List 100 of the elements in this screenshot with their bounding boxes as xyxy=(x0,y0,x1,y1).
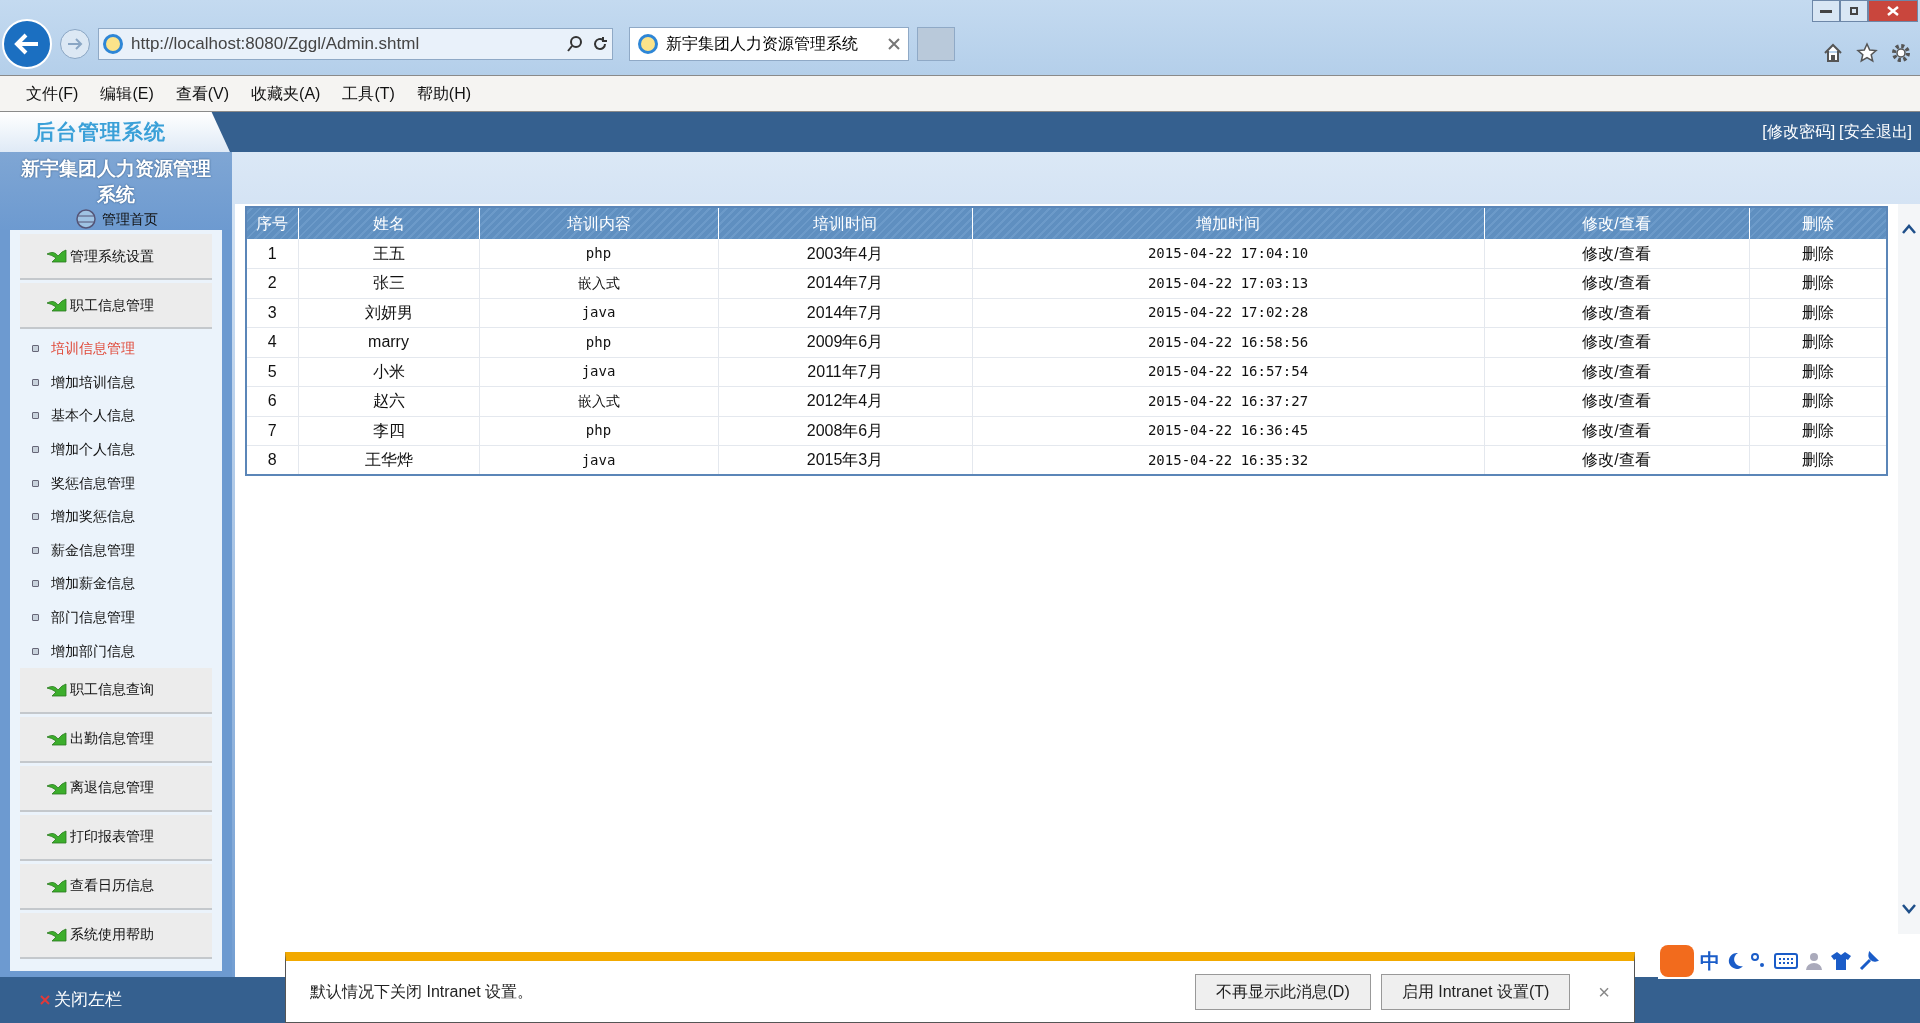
header-link[interactable]: [安全退出] xyxy=(1839,120,1912,144)
edit-link[interactable]: 修改/查看 xyxy=(1484,298,1749,328)
wrench-icon[interactable] xyxy=(1858,950,1880,972)
menu-section-button[interactable]: 系统使用帮助 xyxy=(20,912,212,959)
edit-link[interactable]: 修改/查看 xyxy=(1484,327,1749,357)
table-cell: php xyxy=(479,416,718,446)
sidebar-link[interactable]: 增加薪金信息 xyxy=(51,573,135,595)
arrow-icon xyxy=(46,681,68,698)
sidebar-link[interactable]: 增加个人信息 xyxy=(51,439,135,461)
edit-link[interactable]: 修改/查看 xyxy=(1484,445,1749,475)
table-cell: 2015-04-22 17:02:28 xyxy=(972,298,1484,328)
scrollbar[interactable] xyxy=(1898,204,1920,934)
bullet-icon xyxy=(32,546,39,554)
column-header: 培训内容 xyxy=(479,207,718,239)
close-icon xyxy=(40,995,50,1005)
minimize-button[interactable] xyxy=(1812,0,1840,22)
menu-item[interactable]: 文件(F) xyxy=(26,81,79,106)
moon-icon[interactable] xyxy=(1726,951,1744,971)
table-cell: 7 xyxy=(246,416,298,446)
shirt-icon[interactable] xyxy=(1830,951,1852,971)
delete-link[interactable]: 删除 xyxy=(1749,239,1887,269)
bullet-icon xyxy=(32,580,39,588)
menu-section-button[interactable]: 打印报表管理 xyxy=(20,814,212,861)
ime-logo-icon xyxy=(1660,945,1694,977)
table-cell: 4 xyxy=(246,327,298,357)
sidebar-link[interactable]: 增加奖惩信息 xyxy=(51,506,135,528)
delete-link[interactable]: 删除 xyxy=(1749,298,1887,328)
table-cell: 2015-04-22 16:57:54 xyxy=(972,357,1484,387)
menu-item[interactable]: 帮助(H) xyxy=(416,81,472,106)
logo-text: 后台管理系统 xyxy=(34,119,167,146)
arrow-icon xyxy=(46,779,68,796)
table-cell: 6 xyxy=(246,386,298,416)
home-link[interactable]: 管理首页 xyxy=(102,208,158,230)
close-sidebar-link[interactable]: 关闭左栏 xyxy=(54,987,122,1013)
column-header: 姓名 xyxy=(298,207,479,239)
scroll-up-icon[interactable] xyxy=(1902,224,1916,234)
address-bar[interactable]: http://localhost:8080/Zggl/Admin.shtml xyxy=(98,28,613,60)
delete-link[interactable]: 删除 xyxy=(1749,357,1887,387)
close-window-button[interactable] xyxy=(1868,0,1918,22)
edit-link[interactable]: 修改/查看 xyxy=(1484,386,1749,416)
search-icon[interactable] xyxy=(566,35,584,53)
restore-button[interactable] xyxy=(1840,0,1868,22)
star-icon[interactable] xyxy=(1856,42,1878,64)
address-text: http://localhost:8080/Zggl/Admin.shtml xyxy=(131,33,421,56)
menu-section-button[interactable]: 职工信息查询 xyxy=(20,667,212,714)
ime-mode[interactable]: 中 xyxy=(1700,946,1720,976)
notification-button[interactable]: 启用 Intranet 设置(T) xyxy=(1380,973,1571,1010)
settings-icon[interactable] xyxy=(1890,42,1912,64)
sidebar-link[interactable]: 奖惩信息管理 xyxy=(51,472,135,494)
delete-link[interactable]: 删除 xyxy=(1749,386,1887,416)
menu-item[interactable]: 查看(V) xyxy=(175,81,230,106)
arrow-icon xyxy=(46,877,68,894)
browser-tab[interactable]: 新宇集团人力资源管理系统 xyxy=(629,27,909,61)
sidebar-link[interactable]: 增加部门信息 xyxy=(51,640,135,662)
close-button[interactable]: × xyxy=(1598,976,1610,1007)
menu-section-button[interactable]: 离退信息管理 xyxy=(20,765,212,812)
bullet-icon xyxy=(32,479,39,487)
delete-link[interactable]: 删除 xyxy=(1749,327,1887,357)
scroll-down-icon[interactable] xyxy=(1902,904,1916,914)
menu-item[interactable]: 工具(T) xyxy=(342,81,395,106)
table-cell: 1 xyxy=(246,239,298,269)
sidebar-link[interactable]: 培训信息管理 xyxy=(51,338,135,360)
edit-link[interactable]: 修改/查看 xyxy=(1484,239,1749,269)
menu-section-button[interactable]: 管理系统设置 xyxy=(20,234,212,280)
arrow-icon xyxy=(46,828,68,845)
delete-link[interactable]: 删除 xyxy=(1749,416,1887,446)
back-button[interactable] xyxy=(2,19,52,69)
edit-link[interactable]: 修改/查看 xyxy=(1484,268,1749,298)
delete-link[interactable]: 删除 xyxy=(1749,445,1887,475)
table-cell: 嵌入式 xyxy=(479,268,718,298)
menu-item[interactable]: 收藏夹(A) xyxy=(251,81,321,106)
menu-section-button[interactable]: 职工信息管理 xyxy=(20,283,212,329)
bullet-icon xyxy=(32,412,39,420)
edit-link[interactable]: 修改/查看 xyxy=(1484,416,1749,446)
table-cell: java xyxy=(479,298,718,328)
column-header: 序号 xyxy=(246,207,298,239)
edit-link[interactable]: 修改/查看 xyxy=(1484,357,1749,387)
table-cell: 2015-04-22 16:37:27 xyxy=(972,386,1484,416)
sidebar-link[interactable]: 增加培训信息 xyxy=(51,371,135,393)
sidebar-link[interactable]: 基本个人信息 xyxy=(51,405,135,427)
browser-logo-icon xyxy=(103,34,123,54)
delete-link[interactable]: 删除 xyxy=(1749,268,1887,298)
menu-section-button[interactable]: 出勤信息管理 xyxy=(20,716,212,763)
table-cell: 2009年6月 xyxy=(718,327,972,357)
header-link[interactable]: [修改密码] xyxy=(1762,120,1836,144)
close-icon[interactable] xyxy=(888,38,900,50)
notification-button[interactable]: 不再显示此消息(D) xyxy=(1194,973,1371,1010)
table-cell: 王五 xyxy=(298,239,479,269)
table-cell: php xyxy=(479,239,718,269)
menu-section-button[interactable]: 查看日历信息 xyxy=(20,863,212,910)
notification-message: 默认情况下关闭 Intranet 设置。 xyxy=(310,981,535,1002)
menu-item[interactable]: 编辑(E) xyxy=(100,81,154,106)
sidebar-link[interactable]: 薪金信息管理 xyxy=(51,539,135,561)
keyboard-icon[interactable] xyxy=(1774,952,1798,970)
home-icon[interactable] xyxy=(1822,42,1844,64)
table-cell: 刘妍男 xyxy=(298,298,479,328)
column-header: 培训时间 xyxy=(718,207,972,239)
refresh-icon[interactable] xyxy=(592,36,608,52)
table-cell: 2012年4月 xyxy=(718,386,972,416)
sidebar-link[interactable]: 部门信息管理 xyxy=(51,607,135,629)
